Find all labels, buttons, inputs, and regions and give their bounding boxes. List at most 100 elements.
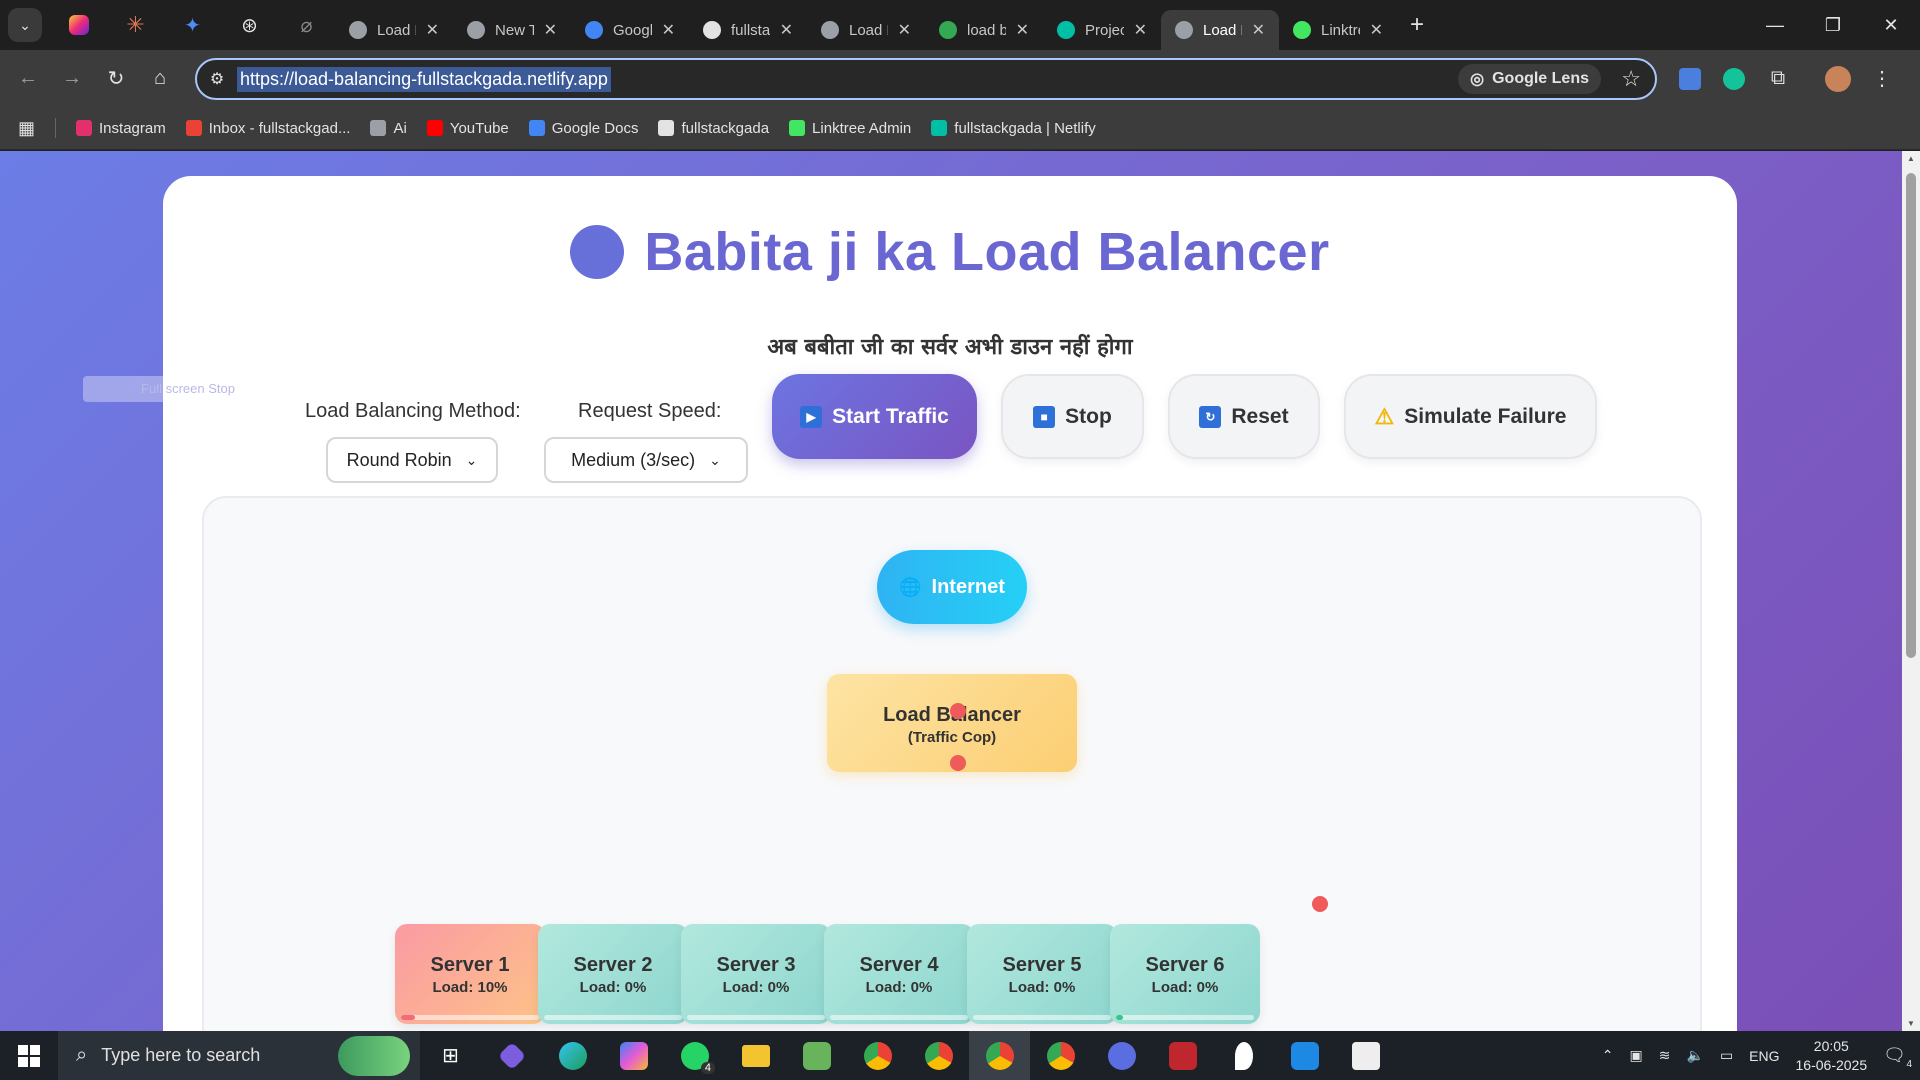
taskbar-app-edge[interactable] [542,1031,603,1080]
scroll-up-icon[interactable]: ▲ [1906,154,1916,163]
close-tab-icon[interactable]: ✕ [1134,20,1147,40]
page-scrollbar[interactable]: ▲ ▼ [1902,151,1920,1031]
taskbar-app-obsidian[interactable] [481,1031,542,1080]
bookmark-favicon-icon [658,120,675,136]
extensions-puzzle-icon[interactable]: ⧉ [1756,50,1800,107]
bookmark-item[interactable]: Google Docs [528,120,638,137]
pinned-tab-gemini[interactable]: ✦ [164,0,221,50]
close-window-icon[interactable]: ✕ [1862,15,1920,36]
apps-grid-icon[interactable]: ▦ [18,118,35,139]
google-lens-button[interactable]: ◎ Google Lens [1458,64,1601,94]
close-tab-icon[interactable]: ✕ [662,20,675,40]
pinned-tab-instagram[interactable] [50,0,107,50]
back-button[interactable]: ← [6,67,50,90]
bookmark-item[interactable]: fullstackgada | Netlify [931,120,1096,137]
close-tab-icon[interactable]: ✕ [544,20,557,40]
chevron-up-icon[interactable]: ⌃ [1602,1047,1614,1064]
browser-tab[interactable]: Project c ✕ [1043,10,1161,50]
taskbar-app-chrome-3[interactable] [969,1031,1030,1080]
taskbar-app-vscode[interactable] [1274,1031,1335,1080]
minimize-icon[interactable]: — [1746,15,1804,36]
browser-tab[interactable]: Load Bal ✕ [807,10,925,50]
speed-select[interactable]: Medium (3/sec) ⌄ [544,437,748,483]
bookmark-item[interactable]: fullstackgada [658,120,769,137]
scrollbar-thumb[interactable] [1906,173,1916,658]
scroll-down-icon[interactable]: ▼ [1906,1019,1916,1028]
url-text[interactable]: https://load-balancing-fullstackgada.net… [237,66,611,92]
notepad-icon [802,1041,831,1070]
home-button[interactable]: ⌂ [138,67,182,90]
bookmark-label: fullstackgada [681,119,770,137]
clock-date: 16-06-2025 [1795,1056,1868,1073]
bookmark-item[interactable]: Linktree Admin [789,120,911,137]
close-tab-icon[interactable]: ✕ [1252,20,1265,40]
meet-now-icon[interactable]: ▣ [1630,1047,1643,1064]
pinned-tab-perplexity[interactable]: ⌀ [278,0,335,50]
browser-tab[interactable]: New Tab ✕ [453,10,571,50]
stop-button[interactable]: ■ Stop [1001,374,1144,459]
battery-icon[interactable]: ▭ [1720,1047,1733,1064]
simulate-failure-button[interactable]: ⚠ Simulate Failure [1344,374,1597,459]
taskbar-app-notepad[interactable] [786,1031,847,1080]
clock[interactable]: 20:05 16-06-2025 [1796,1037,1868,1075]
close-tab-icon[interactable]: ✕ [426,20,439,40]
close-tab-icon[interactable]: ✕ [1370,20,1383,40]
method-select[interactable]: Round Robin ⌄ [326,437,498,483]
close-tab-icon[interactable]: ✕ [1016,20,1029,40]
restore-icon[interactable]: ❐ [1804,15,1862,36]
simulation-area: 🌐 Internet Load Balancer (Traffic Cop) S… [202,496,1702,1031]
bookmark-item[interactable]: Instagram [76,120,166,137]
stop-label: Stop [1065,404,1112,428]
start-traffic-button[interactable]: ▶ Start Traffic [772,374,977,459]
bookmark-item[interactable]: Inbox - fullstackgad... [185,120,350,137]
taskbar-app-chrome-2[interactable] [908,1031,969,1080]
volume-icon[interactable]: 🔈 [1687,1047,1704,1064]
taskbar-app-file-explorer[interactable] [725,1031,786,1080]
search-placeholder: Type here to search [101,1045,261,1065]
taskbar-app-whatsapp[interactable]: 4 [664,1031,725,1080]
browser-menu-icon[interactable]: ⋮ [1860,50,1904,107]
taskbar-app-flash[interactable] [1152,1031,1213,1080]
taskbar-app-chrome-1[interactable] [847,1031,908,1080]
browser-tab[interactable]: fullstack ✕ [689,10,807,50]
notifications-icon[interactable]: 🗨 4 [1883,1045,1912,1070]
close-tab-icon[interactable]: ✕ [898,20,911,40]
whatsapp-badge: 4 [700,1062,715,1074]
tab-strip: ⌄ ✳ ✦ ⊛ ⌀ Load Bal✕New Tab✕Google T✕full… [0,0,1920,50]
reload-button[interactable]: ↻ [94,66,138,91]
taskbar-search[interactable]: ⌕ Type here to search [58,1031,420,1080]
translate-extension-icon[interactable] [1668,50,1712,107]
start-button[interactable] [0,1031,58,1080]
taskbar-app-box[interactable] [1335,1031,1396,1080]
browser-tab[interactable]: Load Bal ✕ [1161,10,1279,50]
bookmark-item[interactable]: Ai [370,120,407,137]
taskbar-app-copilot[interactable] [603,1031,664,1080]
ff-app-icon [1107,1041,1136,1070]
tab-search-button[interactable]: ⌄ [0,0,50,50]
browser-tab[interactable]: load bal ✕ [925,10,1043,50]
browser-tab[interactable]: Linktree ✕ [1279,10,1397,50]
browser-tab[interactable]: Google T ✕ [571,10,689,50]
taskbar-app-chrome-4[interactable] [1030,1031,1091,1080]
taskbar-app-mongodb[interactable] [1213,1031,1274,1080]
language-indicator[interactable]: ENG [1749,1048,1779,1064]
pinned-tab-chatgpt[interactable]: ⊛ [221,0,278,50]
bookmark-item[interactable]: YouTube [426,120,509,137]
site-info-icon[interactable]: ⚙ [197,69,237,89]
task-view-button[interactable]: ⊞ [420,1031,481,1080]
close-tab-icon[interactable]: ✕ [780,20,793,40]
new-tab-button[interactable]: + [1397,11,1437,39]
server-node: Server 6 Load: 0% [1110,924,1260,1024]
address-bar[interactable]: ⚙ https://load-balancing-fullstackgada.n… [195,58,1657,100]
page-title: Babita ji ka Load Balancer [644,222,1330,282]
wifi-icon[interactable]: ≋ [1659,1047,1671,1064]
bookmark-star-icon[interactable]: ☆ [1621,66,1641,92]
profile-avatar[interactable] [1816,50,1860,107]
browser-tab[interactable]: Load Bal ✕ [335,10,453,50]
reset-button[interactable]: ↻ Reset [1168,374,1320,459]
pinned-tab-claude[interactable]: ✳ [107,0,164,50]
grammarly-extension-icon[interactable] [1712,50,1756,107]
forward-button[interactable]: → [50,67,94,90]
bookmark-favicon-icon [426,120,443,136]
taskbar-app-fastfox[interactable] [1091,1031,1152,1080]
